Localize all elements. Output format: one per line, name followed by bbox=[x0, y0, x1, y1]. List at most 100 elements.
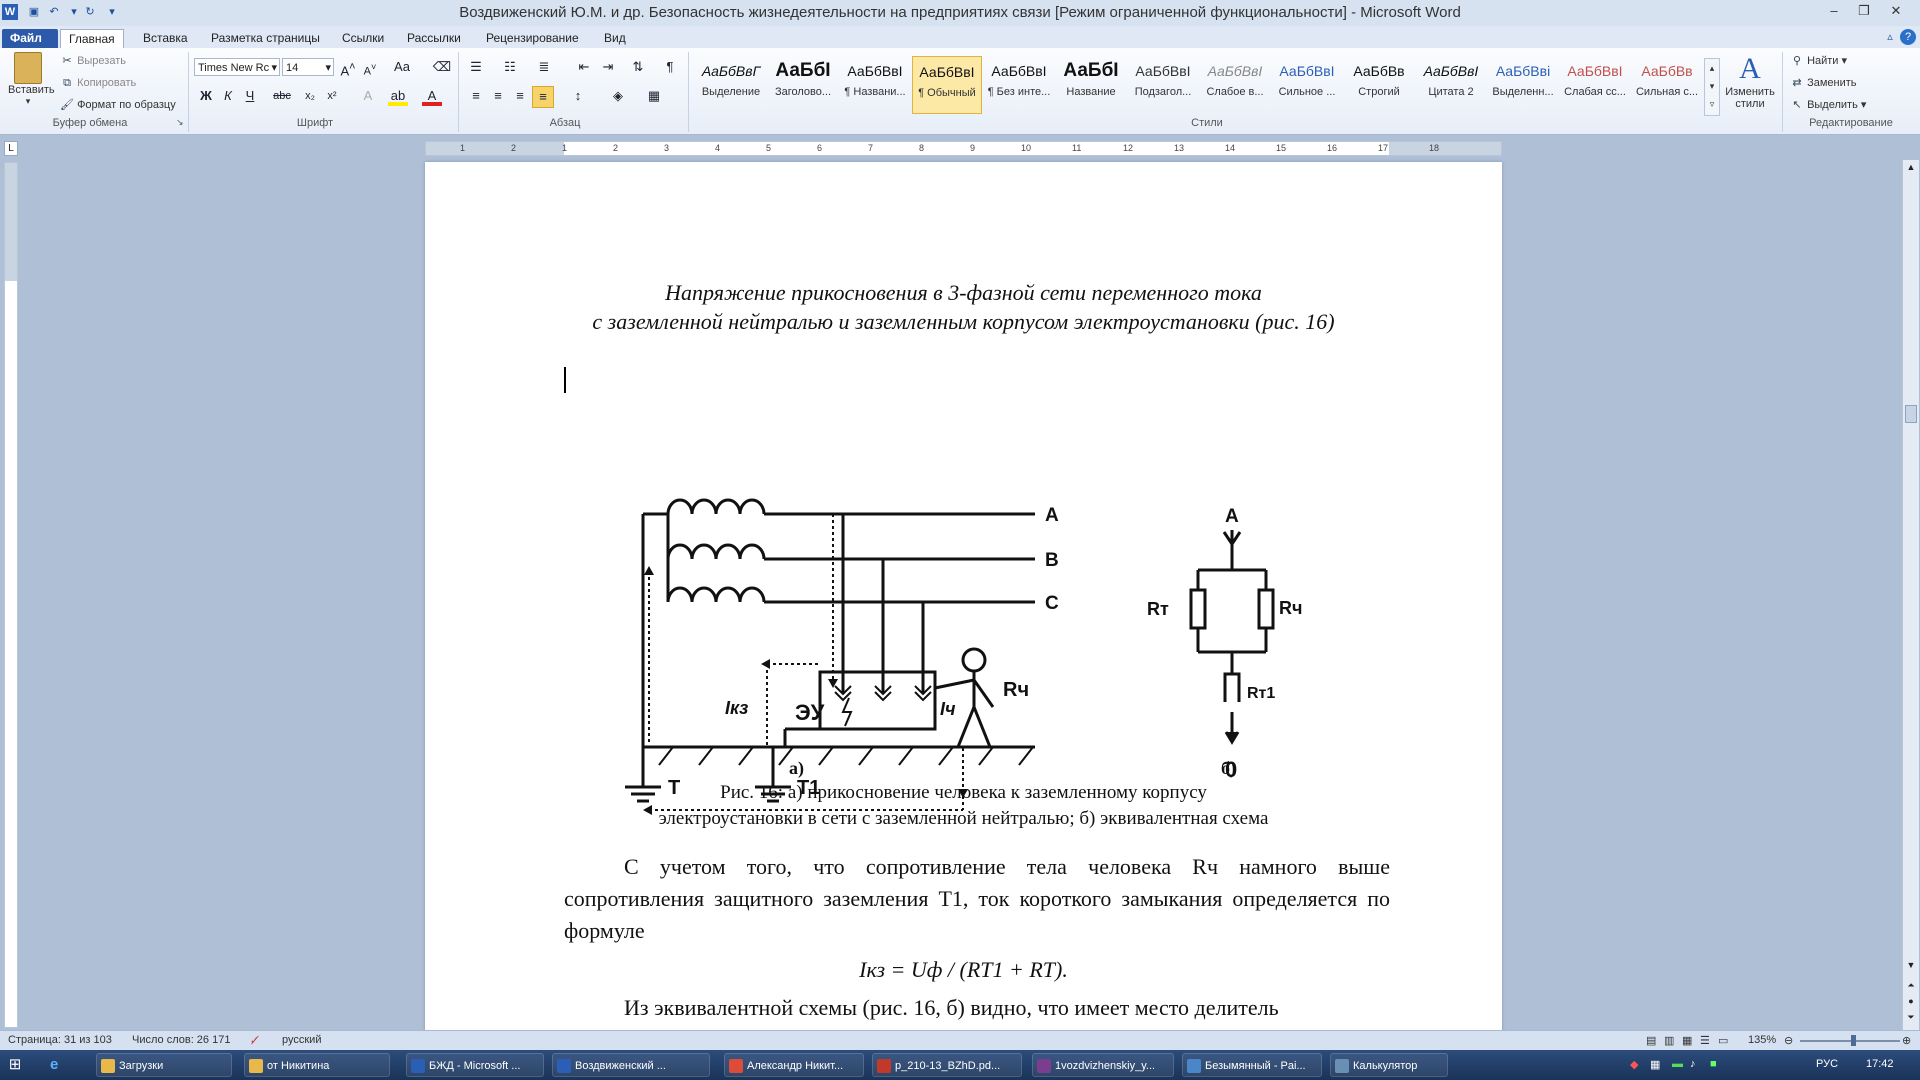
font-color-icon[interactable]: A bbox=[422, 86, 442, 106]
style-item[interactable]: АаБбВвІ Цитата 2 bbox=[1416, 56, 1486, 114]
highlight-icon[interactable]: ab bbox=[388, 86, 408, 106]
tab-review[interactable]: Рецензирование bbox=[478, 29, 587, 48]
minimize-button[interactable]: – bbox=[1822, 2, 1846, 20]
align-center-icon[interactable]: ≡ bbox=[488, 86, 508, 106]
view-outline-icon[interactable]: ☰ bbox=[1700, 1034, 1710, 1047]
text-effects-icon[interactable]: A bbox=[358, 86, 378, 106]
prev-page-icon[interactable]: ⏶ bbox=[1905, 980, 1917, 992]
replace-button[interactable]: ⇄ Заменить bbox=[1790, 76, 1856, 90]
paste-button[interactable]: Вставить ▾ bbox=[8, 52, 55, 107]
tab-insert[interactable]: Вставка bbox=[135, 29, 196, 48]
style-item[interactable]: АаБбВвІ Слабое в... bbox=[1200, 56, 1270, 114]
view-draft-icon[interactable]: ▭ bbox=[1718, 1034, 1728, 1047]
font-size-combo[interactable]: 14 ▾ bbox=[282, 58, 334, 76]
cut-button[interactable]: ✂ Вырезать bbox=[60, 54, 126, 68]
tab-home[interactable]: Главная bbox=[60, 29, 124, 49]
vertical-ruler[interactable] bbox=[4, 162, 18, 1028]
chevron-down-icon[interactable]: ▼ bbox=[1905, 960, 1917, 972]
taskbar-item[interactable]: p_210-13_BZhD.pd... bbox=[872, 1053, 1022, 1077]
style-item[interactable]: АаБбВвІ Сильное ... bbox=[1272, 56, 1342, 114]
document-page[interactable]: Напряжение прикосновения в 3-фазной сети… bbox=[425, 162, 1502, 1042]
ie-icon[interactable]: e bbox=[50, 1056, 68, 1074]
taskbar-item[interactable]: Загрузки bbox=[96, 1053, 232, 1077]
bold-icon[interactable]: Ж bbox=[196, 86, 216, 106]
next-page-icon[interactable]: ⏷ bbox=[1905, 1012, 1917, 1024]
tab-mailings[interactable]: Рассылки bbox=[399, 29, 469, 48]
subscript-icon[interactable]: x₂ bbox=[300, 86, 320, 106]
tray-network-icon[interactable]: ▦ bbox=[1650, 1058, 1660, 1071]
copy-button[interactable]: ⧉ Копировать bbox=[60, 76, 136, 90]
help-icon[interactable]: ? bbox=[1900, 29, 1916, 45]
superscript-icon[interactable]: x² bbox=[322, 86, 342, 106]
line-spacing-icon[interactable]: ↕ bbox=[568, 86, 588, 106]
tab-file[interactable]: Файл bbox=[2, 29, 58, 48]
style-item[interactable]: АаБбВвІ Подзагол... bbox=[1128, 56, 1198, 114]
sort-icon[interactable]: ⇅ bbox=[628, 57, 648, 77]
maximize-button[interactable]: ❐ bbox=[1852, 2, 1876, 20]
style-item[interactable]: АаБбВвІ ¶ Без инте... bbox=[984, 56, 1054, 114]
taskbar-item[interactable]: Калькулятор bbox=[1330, 1053, 1448, 1077]
tray-status-icon[interactable]: ▬ bbox=[1672, 1058, 1683, 1070]
dialog-launcher-icon[interactable]: ↘ bbox=[176, 117, 184, 128]
select-button[interactable]: ↖ Выделить ▾ bbox=[1790, 98, 1866, 112]
style-item[interactable]: АаБбВві Выделенн... bbox=[1488, 56, 1558, 114]
zoom-in-icon[interactable]: ⊕ bbox=[1902, 1034, 1911, 1047]
numbering-icon[interactable]: ☷ bbox=[500, 57, 520, 77]
browse-object-icon[interactable]: ● bbox=[1905, 996, 1917, 1008]
taskbar-item[interactable]: от Никитина bbox=[244, 1053, 390, 1077]
style-item[interactable]: АаБбВвГ Выделение bbox=[696, 56, 766, 114]
borders-icon[interactable]: ▦ bbox=[644, 86, 664, 106]
grow-font-icon[interactable]: A˄ bbox=[338, 57, 358, 78]
align-left-icon[interactable]: ≡ bbox=[466, 86, 486, 106]
justify-icon[interactable]: ≡ bbox=[532, 86, 554, 108]
view-fullscreen-icon[interactable]: ▥ bbox=[1664, 1034, 1674, 1047]
find-button[interactable]: ⚲ Найти ▾ bbox=[1790, 54, 1847, 68]
align-right-icon[interactable]: ≡ bbox=[510, 86, 530, 106]
style-item[interactable]: АаБбВвІ ¶ Обычный bbox=[912, 56, 982, 114]
taskbar-item[interactable]: БЖД - Microsoft ... bbox=[406, 1053, 544, 1077]
scroll-thumb[interactable] bbox=[1905, 405, 1917, 423]
style-item[interactable]: АаБбВвІ Слабая сс... bbox=[1560, 56, 1630, 114]
proofing-icon[interactable]: ✓̸ bbox=[250, 1034, 259, 1047]
status-page[interactable]: Страница: 31 из 103 bbox=[8, 1034, 112, 1046]
taskbar-item[interactable]: Александр Никит... bbox=[724, 1053, 864, 1077]
taskbar-item[interactable]: 1vozdvizhenskiy_y... bbox=[1032, 1053, 1174, 1077]
styles-scroll[interactable]: ▴ ▾ ▿ bbox=[1704, 58, 1720, 116]
italic-icon[interactable]: К bbox=[218, 86, 238, 106]
zoom-out-icon[interactable]: ⊖ bbox=[1784, 1034, 1793, 1047]
change-case-icon[interactable]: Aa bbox=[392, 57, 412, 77]
vertical-scrollbar[interactable]: ▲ ▼ ⏶ ● ⏷ bbox=[1902, 160, 1919, 1030]
style-item[interactable]: АаБбВвІ ¶ Названи... bbox=[840, 56, 910, 114]
decrease-indent-icon[interactable]: ⇤ bbox=[574, 57, 594, 77]
style-item[interactable]: АаБбВв Сильная с... bbox=[1632, 56, 1702, 114]
increase-indent-icon[interactable]: ⇥ bbox=[598, 57, 618, 77]
tab-references[interactable]: Ссылки bbox=[334, 29, 392, 48]
font-name-combo[interactable]: Times New Rc ▾ bbox=[194, 58, 280, 76]
view-print-layout-icon[interactable]: ▤ bbox=[1646, 1034, 1656, 1047]
taskbar-item[interactable]: Воздвиженский ... bbox=[552, 1053, 710, 1077]
tray-antivirus-icon[interactable]: ■ bbox=[1710, 1058, 1717, 1070]
start-icon[interactable]: ⊞ bbox=[6, 1056, 24, 1074]
format-painter-button[interactable]: 🖌 Формат по образцу bbox=[60, 98, 176, 112]
view-web-icon[interactable]: ▦ bbox=[1682, 1034, 1692, 1047]
style-item[interactable]: АаБбІ Заголово... bbox=[768, 56, 838, 114]
bullets-icon[interactable]: ☰ bbox=[466, 57, 486, 77]
pilcrow-icon[interactable]: ¶ bbox=[660, 57, 680, 77]
minimize-ribbon-icon[interactable]: ▵ bbox=[1882, 29, 1898, 45]
zoom-slider[interactable] bbox=[1800, 1040, 1900, 1042]
tray-clock[interactable]: 17:42 bbox=[1866, 1058, 1894, 1070]
tray-app-icon[interactable]: ◆ bbox=[1630, 1058, 1638, 1071]
shading-icon[interactable]: ◈ bbox=[608, 86, 628, 106]
tray-language[interactable]: РУС bbox=[1816, 1058, 1838, 1070]
tab-view[interactable]: Вид bbox=[596, 29, 634, 48]
close-button[interactable]: ✕ bbox=[1884, 2, 1908, 20]
status-words[interactable]: Число слов: 26 171 bbox=[132, 1034, 230, 1046]
zoom-level[interactable]: 135% bbox=[1748, 1034, 1776, 1046]
style-item[interactable]: АаБбІ Название bbox=[1056, 56, 1126, 114]
taskbar-item[interactable]: Безымянный - Pai... bbox=[1182, 1053, 1322, 1077]
change-styles-button[interactable]: A Изменить стили bbox=[1722, 52, 1778, 110]
clear-format-icon[interactable]: ⌫ bbox=[432, 57, 452, 77]
style-item[interactable]: АаБбВв Строгий bbox=[1344, 56, 1414, 114]
tray-volume-icon[interactable]: ♪ bbox=[1690, 1058, 1696, 1070]
horizontal-ruler[interactable]: 1 2 1 2 3 4 5 6 7 8 9 10 11 12 13 14 15 16 17 18 bbox=[425, 141, 1502, 156]
